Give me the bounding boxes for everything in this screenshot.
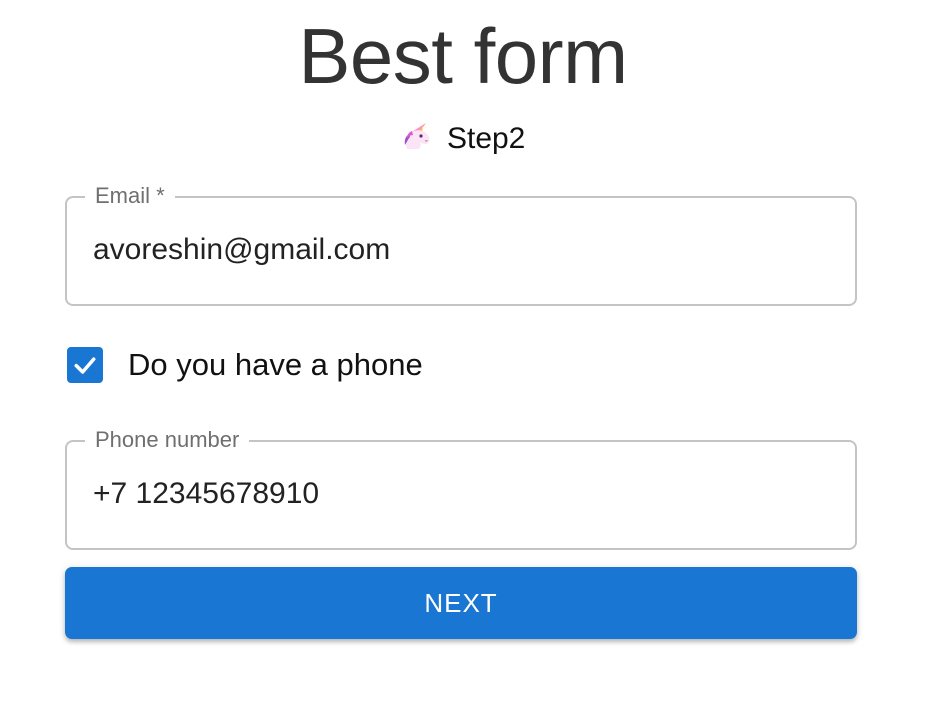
phone-input[interactable] — [93, 476, 823, 512]
form-page: Best form Step2 Email * Do you have a ph… — [0, 0, 926, 702]
checkmark-icon — [74, 357, 96, 374]
has-phone-label: Do you have a phone — [128, 347, 423, 382]
step-label: Step2 — [446, 122, 526, 155]
email-input[interactable] — [93, 232, 823, 268]
unicorn-icon — [404, 123, 430, 149]
page-title: Best form — [298, 12, 628, 100]
phone-label: Phone number — [85, 427, 250, 453]
next-button[interactable]: NEXT — [65, 567, 857, 639]
step-indicator: Step2 — [0, 120, 926, 158]
email-label: Email * — [85, 183, 175, 209]
has-phone-checkbox[interactable] — [67, 347, 103, 383]
email-field[interactable]: Email * — [65, 183, 857, 306]
phone-field[interactable]: Phone number — [65, 427, 857, 550]
has-phone-row[interactable]: Do you have a phone — [67, 347, 423, 383]
